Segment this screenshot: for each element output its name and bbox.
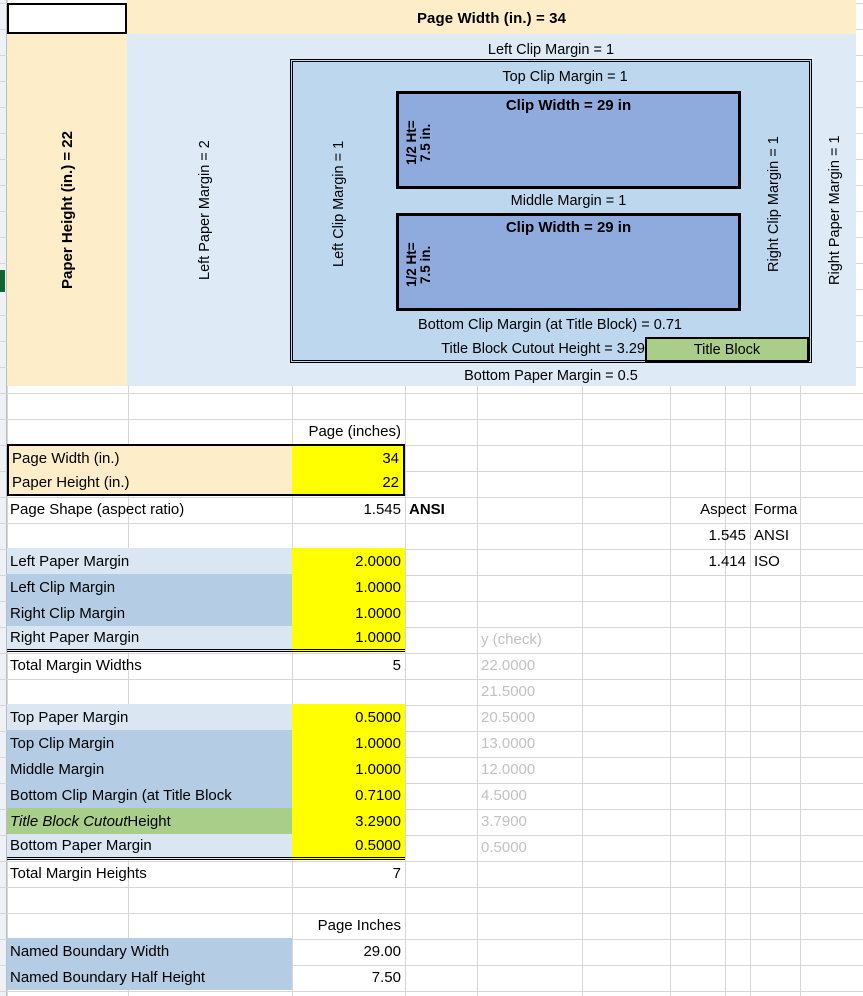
- row-note-page-shape: ANSI: [409, 500, 445, 518]
- row-label-right-paper-margin: Right Paper Margin: [7, 626, 292, 652]
- right-clip-margin-vertical-label: Right Clip Margin = 1: [766, 136, 782, 272]
- table-row[interactable]: Bottom Clip Margin (at Title Block 0.710…: [0, 782, 863, 808]
- clip-bottom-width-label: Clip Width = 29 in: [505, 219, 632, 236]
- row-label-right-clip-margin: Right Clip Margin: [7, 600, 292, 626]
- row-value-left-clip-margin[interactable]: 1.0000: [292, 574, 405, 600]
- table-row[interactable]: Title Block Cutout Height 3.2900 3.7900: [0, 808, 863, 834]
- header-aspect: Aspect: [700, 500, 746, 518]
- row-label-left-clip-margin: Left Clip Margin: [7, 574, 292, 600]
- row-value-paper-height[interactable]: 22: [292, 470, 405, 496]
- table-row: Page Inches: [0, 912, 863, 938]
- left-clip-margin-vertical-label: Left Clip Margin = 1: [331, 140, 347, 268]
- row-value-bottom-paper-margin[interactable]: 0.5000: [292, 834, 405, 860]
- ycheck-value-7: 0.5000: [481, 838, 527, 856]
- title-block: Title Block: [645, 337, 809, 362]
- table-row[interactable]: Top Paper Margin 0.5000 20.5000: [0, 704, 863, 730]
- row-value-title-block-cutout-height[interactable]: 3.2900: [292, 808, 405, 834]
- row-label-bottom-paper-margin: Bottom Paper Margin: [7, 834, 292, 860]
- row-selection-marker: [0, 270, 5, 292]
- bottom-clip-margin-label: Bottom Clip Margin (at Title Block) = 0.…: [418, 317, 682, 333]
- ycheck-value-4: 12.0000: [481, 760, 536, 778]
- row-label-left-paper-margin: Left Paper Margin: [7, 548, 292, 574]
- page-width-label: Page Width (in.) = 34: [416, 9, 567, 27]
- table-row[interactable]: Left Paper Margin 2.0000: [0, 548, 863, 574]
- row-value-right-paper-margin[interactable]: 1.0000: [292, 626, 405, 652]
- ycheck-value-6: 3.7900: [481, 812, 527, 830]
- table-row: Total Margin Widths 5 22.0000: [0, 652, 863, 678]
- grid-row-line: [0, 991, 863, 992]
- aspect-value-ansi: 1.545: [708, 526, 746, 544]
- row-value-middle-margin[interactable]: 1.0000: [292, 756, 405, 782]
- table-row: Named Boundary Width 29.00: [0, 938, 863, 964]
- table-row: 1.545 ANSI: [0, 522, 863, 548]
- table-row[interactable]: Top Clip Margin 1.0000 13.0000: [0, 730, 863, 756]
- table-row[interactable]: Right Paper Margin 1.0000 y (check): [0, 626, 863, 652]
- page-width-band: Page Width (in.) = 34: [127, 2, 856, 34]
- right-paper-margin-label: Right Paper Margin = 1: [827, 135, 843, 285]
- table-row[interactable]: Paper Height (in.) 22: [0, 470, 863, 496]
- row-value-named-boundary-half-height: 7.50: [371, 968, 401, 986]
- row-label-page-shape: Page Shape (aspect ratio): [10, 500, 185, 518]
- ycheck-value-0: 22.0000: [481, 656, 536, 674]
- ycheck-header: y (check): [481, 630, 542, 648]
- row-label-total-margin-heights: Total Margin Heights: [10, 864, 147, 882]
- row-label-paper-height: Paper Height (in.): [7, 470, 292, 496]
- table-row[interactable]: Right Clip Margin 1.0000: [0, 600, 863, 626]
- row-value-page-shape: 1.545: [363, 500, 401, 518]
- top-clip-margin-label: Top Clip Margin = 1: [502, 69, 628, 85]
- row-value-right-clip-margin[interactable]: 1.0000: [292, 600, 405, 626]
- ycheck-value-5: 4.5000: [481, 786, 527, 804]
- title-block-cutout-height-label: Title Block Cutout Height = 3.29: [441, 341, 645, 357]
- table-row: 21.5000: [0, 678, 863, 704]
- aspect-format-ansi: ANSI: [754, 526, 790, 544]
- clip-top-width-label: Clip Width = 29 in: [505, 97, 632, 114]
- ycheck-value-2: 20.5000: [481, 708, 536, 726]
- row-label-top-clip-margin: Top Clip Margin: [7, 730, 292, 756]
- table-row[interactable]: Page Width (in.) 34: [0, 444, 863, 470]
- clip-rectangle-bottom: 1/2 Ht= 7.5 in. Clip Width = 29 in: [396, 213, 741, 311]
- ycheck-value-1: 21.5000: [481, 682, 536, 700]
- row-label-middle-margin: Middle Margin: [7, 756, 292, 782]
- table-row: Page (inches): [0, 418, 863, 444]
- corner-blank-cell[interactable]: [7, 3, 127, 34]
- row-label-bottom-clip-margin: Bottom Clip Margin (at Title Block: [7, 782, 292, 808]
- row-label-named-boundary-half-height: Named Boundary Half Height: [7, 964, 292, 990]
- header-page-inches: Page (inches): [308, 422, 401, 440]
- table-row[interactable]: Middle Margin 1.0000 12.0000: [0, 756, 863, 782]
- middle-margin-label: Middle Margin = 1: [510, 193, 627, 209]
- title-block-cutout-rest-text: Height: [127, 812, 171, 830]
- left-clip-margin-top-label: Left Clip Margin = 1: [487, 42, 615, 58]
- table-row[interactable]: Left Clip Margin 1.0000: [0, 574, 863, 600]
- table-row: Page Shape (aspect ratio) 1.545 ANSI Asp…: [0, 496, 863, 522]
- row-label-page-width: Page Width (in.): [7, 444, 292, 470]
- row-value-bottom-clip-margin[interactable]: 0.7100: [292, 782, 405, 808]
- bottom-paper-margin-label: Bottom Paper Margin = 0.5: [464, 368, 638, 384]
- left-paper-margin-label: Left Paper Margin = 2: [197, 140, 213, 280]
- page-layout-diagram: Page Width (in.) = 34 Paper Height (in.)…: [0, 0, 863, 398]
- row-label-total-margin-widths: Total Margin Widths: [10, 656, 142, 674]
- row-value-top-paper-margin[interactable]: 0.5000: [292, 704, 405, 730]
- row-label-named-boundary-width: Named Boundary Width: [7, 938, 292, 964]
- ycheck-value-3: 13.0000: [481, 734, 536, 752]
- title-block-cutout-italic-text: Title Block Cutout: [10, 812, 128, 830]
- row-value-total-margin-heights: 7: [392, 864, 401, 882]
- row-label-top-paper-margin: Top Paper Margin: [7, 704, 292, 730]
- row-value-named-boundary-width: 29.00: [363, 942, 401, 960]
- grid-row-line: [0, 887, 863, 888]
- row-value-total-margin-widths: 5: [392, 656, 401, 674]
- paper-height-label: Paper Height (in.) = 22: [58, 131, 76, 289]
- table-row: Named Boundary Half Height 7.50: [0, 964, 863, 990]
- clip-rectangle-top: 1/2 Ht= 7.5 in. Clip Width = 29 in: [396, 91, 741, 189]
- header-page-inches-2: Page Inches: [317, 916, 401, 934]
- row-value-page-width[interactable]: 34: [292, 444, 405, 470]
- paper-height-band: Paper Height (in.) = 22: [7, 34, 127, 386]
- row-value-top-clip-margin[interactable]: 1.0000: [292, 730, 405, 756]
- header-format: Forma: [754, 500, 798, 518]
- row-label-title-block-cutout-height: Title Block Cutout Height: [7, 808, 292, 834]
- table-row[interactable]: Bottom Paper Margin 0.5000 0.5000: [0, 834, 863, 860]
- row-value-left-paper-margin[interactable]: 2.0000: [292, 548, 405, 574]
- table-row: Total Margin Heights 7: [0, 860, 863, 886]
